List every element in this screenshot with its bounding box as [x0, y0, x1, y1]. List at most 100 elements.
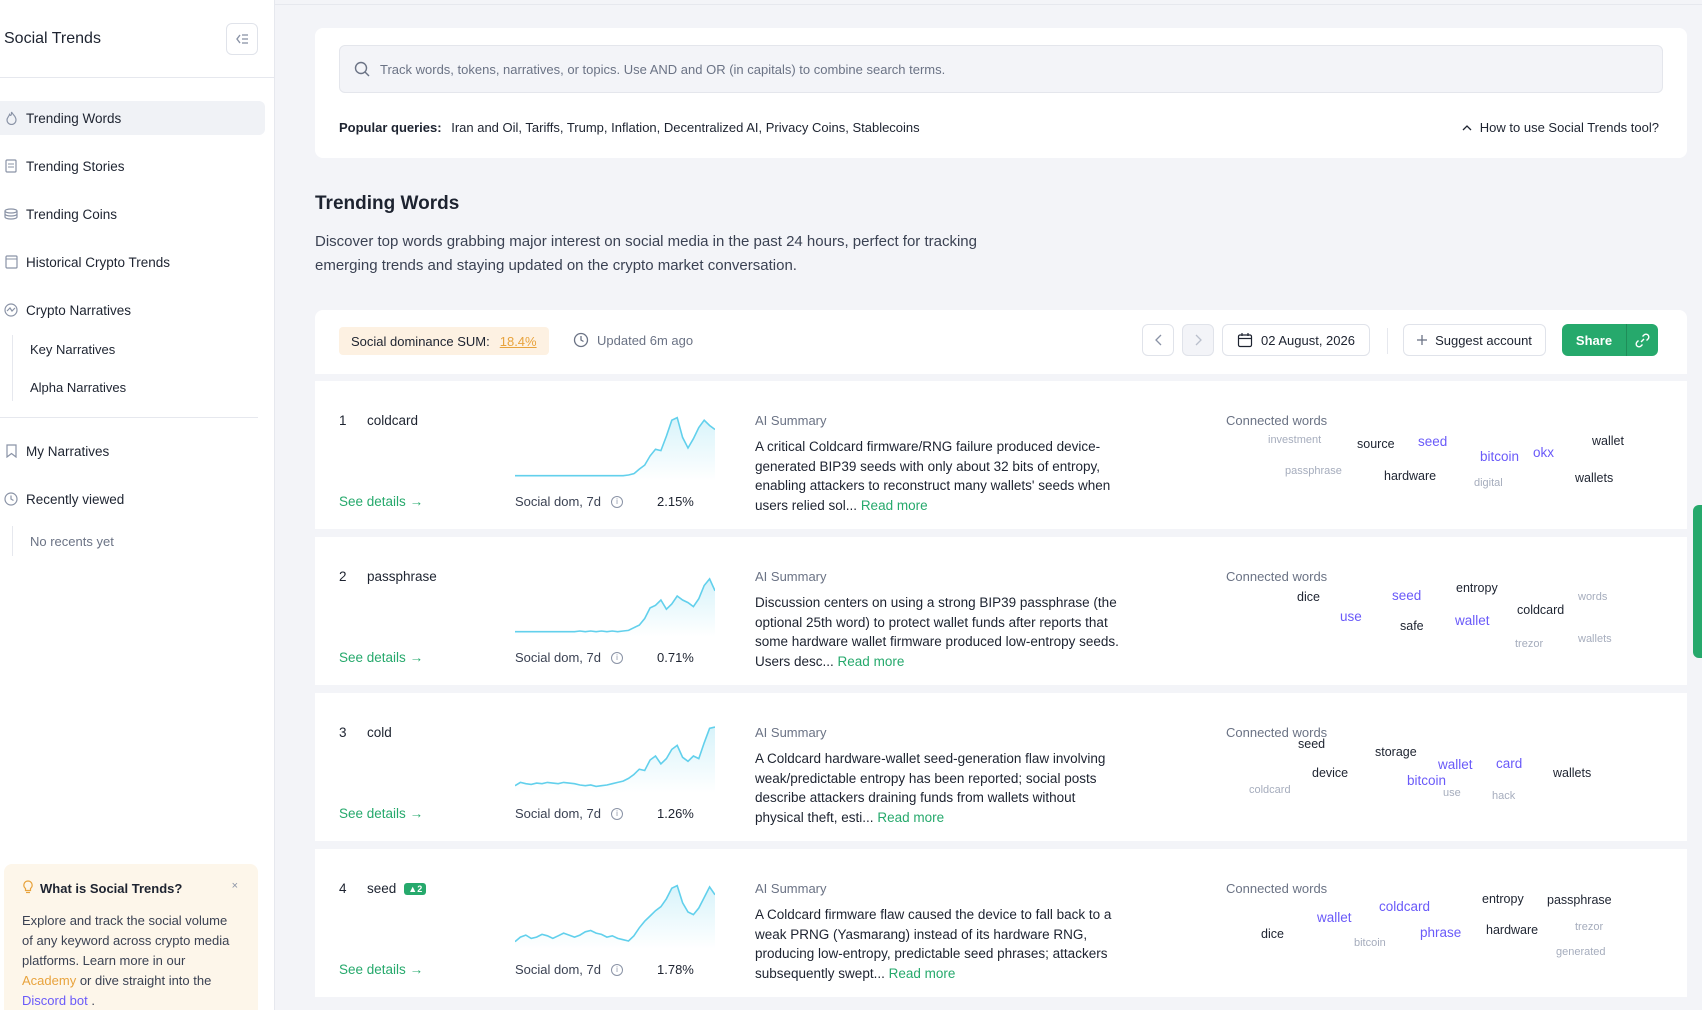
trending-word-row[interactable]: 1 coldcard See details → Social dom, 7d i…	[315, 381, 1687, 529]
close-icon[interactable]: ×	[232, 880, 238, 892]
sidebar-item-trending-stories[interactable]: Trending Stories	[0, 149, 265, 183]
trending-word[interactable]: seed ▲2	[367, 881, 427, 896]
feedback-tab[interactable]	[1693, 505, 1702, 658]
connected-word[interactable]: dice	[1297, 590, 1320, 604]
date-picker[interactable]: 02 August, 2026	[1222, 324, 1370, 356]
trending-word[interactable]: passphrase	[367, 569, 437, 584]
connected-word[interactable]: wallets	[1553, 766, 1591, 780]
see-details-link[interactable]: See details →	[339, 650, 423, 665]
read-more-link[interactable]: Read more	[877, 810, 944, 825]
sparkline-chart	[515, 884, 715, 949]
summary-text: A critical Coldcard firmware/RNG failure…	[755, 439, 1111, 513]
connected-word[interactable]: investment	[1268, 434, 1321, 446]
info-icon[interactable]: i	[611, 495, 623, 508]
connected-word[interactable]: card	[1496, 756, 1522, 771]
trending-word-row[interactable]: 4 seed ▲2 See details → Social dom, 7d i …	[315, 849, 1687, 997]
info-text: Explore and track the social volume of a…	[22, 913, 230, 968]
connected-word[interactable]: wallet	[1317, 910, 1352, 925]
connected-word[interactable]: coldcard	[1517, 603, 1564, 617]
connected-word[interactable]: okx	[1533, 445, 1554, 460]
social-dom-value: 1.78%	[657, 962, 694, 977]
copy-link-button[interactable]	[1626, 324, 1658, 356]
info-icon[interactable]: i	[611, 651, 623, 664]
connected-word[interactable]: bitcoin	[1480, 449, 1519, 464]
connected-word[interactable]: bitcoin	[1354, 937, 1386, 949]
connected-word[interactable]: wallet	[1455, 613, 1490, 628]
trending-word-row[interactable]: 2 passphrase See details → Social dom, 7…	[315, 537, 1687, 685]
sidebar-item-alpha-narratives[interactable]: Alpha Narratives	[30, 373, 274, 401]
connected-word[interactable]: hardware	[1486, 923, 1538, 937]
connected-word[interactable]: seed	[1392, 588, 1421, 603]
next-date-button[interactable]	[1182, 324, 1214, 356]
trending-word[interactable]: cold	[367, 725, 392, 740]
social-dom-label: Social dom, 7d i	[515, 962, 623, 977]
narratives-icon	[4, 303, 18, 317]
connected-word[interactable]: hardware	[1384, 469, 1436, 483]
read-more-link[interactable]: Read more	[889, 966, 956, 981]
connected-word[interactable]: safe	[1400, 619, 1424, 633]
connected-word[interactable]: use	[1340, 609, 1362, 624]
search-input[interactable]	[380, 61, 1630, 77]
sidebar-item-historical-trends[interactable]: Historical Crypto Trends	[0, 245, 265, 279]
suggest-account-button[interactable]: Suggest account	[1403, 324, 1546, 356]
trending-word-row[interactable]: 3 cold See details → Social dom, 7d i 1.2…	[315, 693, 1687, 841]
narratives-submenu: Key Narratives Alpha Narratives	[12, 335, 274, 401]
sidebar-item-key-narratives[interactable]: Key Narratives	[30, 335, 274, 363]
arrow-right-icon: →	[409, 494, 424, 509]
see-details-link[interactable]: See details →	[339, 962, 423, 977]
connected-word[interactable]: storage	[1375, 745, 1417, 759]
connected-word[interactable]: coldcard	[1379, 899, 1430, 914]
see-details-link[interactable]: See details →	[339, 806, 423, 821]
connected-word[interactable]: entropy	[1456, 581, 1498, 595]
connected-word[interactable]: wallet	[1592, 434, 1624, 448]
read-more-link[interactable]: Read more	[838, 654, 905, 669]
connected-word[interactable]: passphrase	[1285, 465, 1342, 477]
connected-word[interactable]: digital	[1474, 477, 1503, 489]
connected-word[interactable]: wallets	[1575, 471, 1613, 485]
sidebar-item-trending-coins[interactable]: Trending Coins	[0, 197, 265, 231]
connected-word[interactable]: seed	[1298, 737, 1325, 751]
connected-word[interactable]: entropy	[1482, 892, 1524, 906]
sidebar-item-crypto-narratives[interactable]: Crypto Narratives	[0, 293, 265, 327]
prev-date-button[interactable]	[1142, 324, 1174, 356]
search-box[interactable]	[339, 45, 1663, 93]
connected-word[interactable]: words	[1578, 591, 1607, 603]
sidebar-item-my-narratives[interactable]: My Narratives	[0, 434, 265, 468]
info-icon[interactable]: i	[611, 963, 623, 976]
app-title: Social Trends	[4, 29, 101, 47]
popular-queries-list[interactable]: Iran and Oil, Tariffs, Trump, Inflation,…	[451, 120, 919, 135]
connected-word[interactable]: hack	[1492, 790, 1515, 802]
connected-word[interactable]: trezor	[1515, 638, 1543, 650]
sidebar-item-label: Crypto Narratives	[26, 302, 132, 318]
dominance-value[interactable]: 18.4%	[500, 334, 537, 349]
info-card-body: Explore and track the social volume of a…	[22, 911, 240, 1010]
sidebar-item-trending-words[interactable]: Trending Words	[0, 101, 265, 135]
academy-link[interactable]: Academy	[22, 973, 76, 988]
discord-bot-link[interactable]: Discord bot	[22, 993, 88, 1008]
connected-word[interactable]: phrase	[1420, 925, 1461, 940]
connected-word[interactable]: bitcoin	[1407, 773, 1446, 788]
info-card-title: What is Social Trends?	[40, 881, 183, 896]
word-label: seed	[367, 881, 397, 896]
connected-word[interactable]: device	[1312, 766, 1348, 780]
trending-word[interactable]: coldcard	[367, 413, 418, 428]
read-more-link[interactable]: Read more	[861, 498, 928, 513]
connected-word[interactable]: source	[1357, 437, 1395, 451]
collapse-sidebar-button[interactable]	[226, 22, 258, 55]
info-icon[interactable]: i	[611, 807, 623, 820]
connected-word[interactable]: dice	[1261, 927, 1284, 941]
connected-word[interactable]: generated	[1556, 946, 1606, 958]
connected-word[interactable]: seed	[1418, 434, 1447, 449]
coins-icon	[4, 207, 18, 221]
connected-word[interactable]: wallet	[1438, 757, 1473, 772]
how-to-use-toggle[interactable]: How to use Social Trends tool?	[1462, 120, 1659, 135]
connected-word[interactable]: passphrase	[1547, 893, 1612, 907]
share-button[interactable]: Share	[1562, 324, 1626, 356]
connected-word[interactable]: trezor	[1575, 921, 1603, 933]
connected-word[interactable]: use	[1443, 787, 1461, 799]
connected-word[interactable]: coldcard	[1249, 784, 1291, 796]
sidebar-item-recently-viewed[interactable]: Recently viewed	[0, 482, 265, 516]
chevron-up-icon	[1462, 124, 1472, 130]
see-details-link[interactable]: See details →	[339, 494, 423, 509]
connected-word[interactable]: wallets	[1578, 633, 1612, 645]
